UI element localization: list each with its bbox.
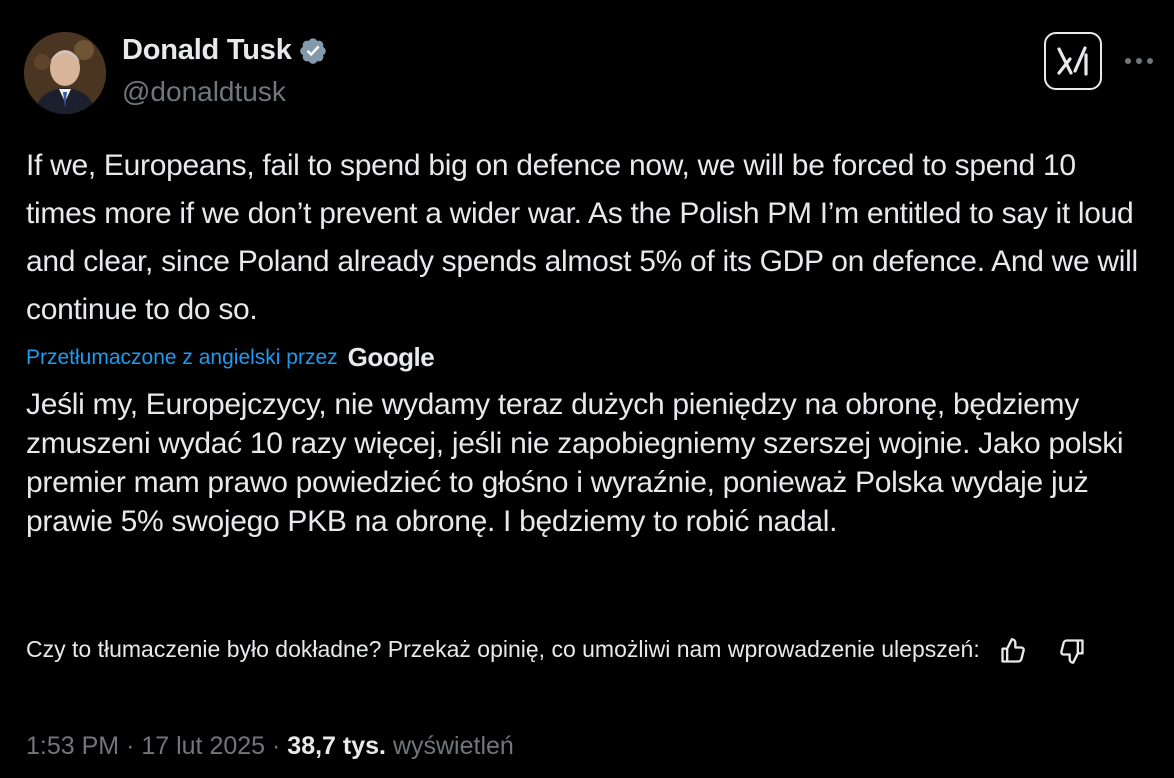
author-display-name[interactable]: Donald Tusk — [122, 34, 292, 67]
tweet-date[interactable]: 17 lut 2025 — [141, 732, 265, 760]
feedback-prompt: Czy to tłumaczenie było dokładne? Przeka… — [26, 636, 980, 662]
tweet-meta: 1:53 PM · 17 lut 2025 · 38,7 tys. wyświe… — [26, 732, 514, 761]
author-handle[interactable]: @donaldtusk — [122, 76, 286, 108]
translation-feedback: Czy to tłumaczenie było dokładne? Przeka… — [26, 633, 1146, 665]
translated-link[interactable]: Przetłumaczone z angielski przez — [26, 346, 338, 370]
thumbs-down-button[interactable] — [1057, 637, 1087, 665]
grok-button[interactable] — [1044, 32, 1102, 90]
views-label: wyświetleń — [392, 732, 514, 760]
avatar-photo — [24, 32, 106, 114]
author-avatar[interactable] — [24, 32, 106, 114]
thumbs-up-icon — [1001, 638, 1025, 663]
more-options-button[interactable] — [1122, 46, 1156, 76]
author-name-row[interactable]: Donald Tusk — [122, 34, 328, 67]
grok-icon — [1057, 46, 1088, 76]
thumbs-down-icon — [1059, 639, 1084, 664]
translation-attribution: Przetłumaczone z angielski przez Google — [26, 342, 435, 373]
verified-badge-icon[interactable] — [298, 36, 328, 66]
meta-separator-2: · — [272, 732, 281, 760]
tweet-text: If we, Europeans, fail to spend big on d… — [26, 149, 1138, 326]
google-logo: Google — [347, 342, 435, 372]
tweet-time[interactable]: 1:53 PM — [26, 732, 119, 760]
thumbs-up-button[interactable] — [998, 637, 1028, 665]
views-count[interactable]: 38,7 tys. — [287, 732, 386, 760]
more-options-icon — [1125, 58, 1153, 64]
meta-separator: · — [126, 732, 135, 760]
translated-text: Jeśli my, Europejczycy, nie wydamy teraz… — [26, 388, 1124, 538]
